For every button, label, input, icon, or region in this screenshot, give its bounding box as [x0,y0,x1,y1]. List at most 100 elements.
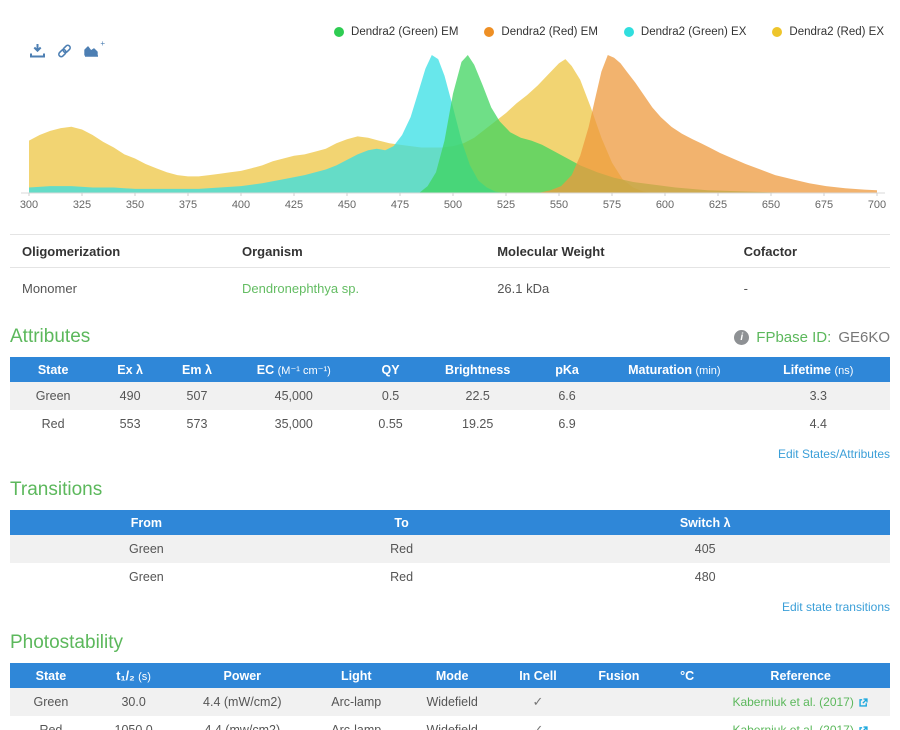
col-ex-lambda: Ex λ [96,357,164,382]
cell-from: Green [10,563,283,591]
svg-text:425: 425 [285,199,303,211]
cofactor-value: - [732,268,890,311]
legend-item-green-ex[interactable]: Dendra2 (Green) EX [624,26,746,38]
svg-text:500: 500 [444,199,462,211]
cell-qy: 0.55 [358,410,424,438]
svg-text:350: 350 [126,199,144,211]
cell-ex: 553 [96,410,164,438]
table-row: Red 553 573 35,000 0.55 19.25 6.9 4.4 [10,410,890,438]
col-state: State [10,357,96,382]
col-temperature: °C [663,663,711,688]
cell-em: 573 [164,410,230,438]
legend-item-green-em[interactable]: Dendra2 (Green) EM [334,26,458,38]
cell-t-half: 30.0 [92,688,176,716]
reference-link[interactable]: Kaberniuk et al. (2017) [732,723,868,730]
info-icon[interactable]: i [734,330,749,345]
reference-link[interactable]: Kaberniuk et al. (2017) [732,695,868,709]
cell-fusion [575,688,663,716]
protein-info-table: Oligomerization Organism Molecular Weigh… [10,234,890,310]
cell-em: 507 [164,382,230,410]
col-switch-lambda: Switch λ [520,510,890,535]
cell-brightness: 19.25 [424,410,532,438]
svg-text:600: 600 [656,199,674,211]
cell-lifetime: 3.3 [747,382,890,410]
col-qy: QY [358,357,424,382]
col-cofactor: Cofactor [732,235,890,268]
col-state: State [10,663,92,688]
cell-ex: 490 [96,382,164,410]
col-to: To [283,510,521,535]
svg-text:300: 300 [20,199,38,211]
cell-state: Red [10,410,96,438]
cell-power: 4.4 (mW/cm2) [175,688,309,716]
svg-text:400: 400 [232,199,250,211]
cell-power: 4.4 (mw/cm2) [175,716,309,730]
col-organism: Organism [230,235,485,268]
cell-from: Green [10,535,283,563]
photostability-table: State t₁/₂ (s) Power Light Mode In Cell … [10,663,890,730]
external-link-icon [858,725,869,730]
cell-brightness: 22.5 [424,382,532,410]
spectra-chart-block: + Dendra2 (Green) EM Dendra2 (Red) EM De… [0,0,900,212]
edit-states-link[interactable]: Edit States/Attributes [778,447,890,461]
molecular-weight-value: 26.1 kDa [485,268,731,311]
spectra-chart[interactable]: 3003253503754004254504755005255505756006… [0,40,900,212]
col-brightness: Brightness [424,357,532,382]
photostability-heading: Photostability [10,632,123,654]
cell-mode: Widefield [403,716,501,730]
legend-label: Dendra2 (Red) EX [789,26,884,38]
download-chart-icon[interactable] [30,44,45,58]
legend-label: Dendra2 (Green) EX [641,26,746,38]
edit-transitions-link[interactable]: Edit state transitions [782,600,890,614]
organism-link[interactable]: Dendronephthya sp. [242,281,359,296]
legend-item-red-ex[interactable]: Dendra2 (Red) EX [772,26,884,38]
svg-text:450: 450 [338,199,356,211]
col-lifetime: Lifetime (ns) [747,357,890,382]
col-mode: Mode [403,663,501,688]
cell-state: Green [10,382,96,410]
transitions-heading: Transitions [10,479,102,501]
attributes-table: State Ex λ Em λ EC (M⁻¹ cm⁻¹) QY Brightn… [10,357,890,438]
table-row: Green Red 405 [10,535,890,563]
legend-item-red-em[interactable]: Dendra2 (Red) EM [484,26,598,38]
col-fusion: Fusion [575,663,663,688]
col-reference: Reference [711,663,890,688]
cell-ec: 45,000 [230,382,358,410]
cell-pka: 6.9 [532,410,602,438]
cell-maturation [602,382,746,410]
check-icon: ✓ [533,694,544,709]
svg-text:525: 525 [497,199,515,211]
external-link-icon [858,697,869,708]
legend-label: Dendra2 (Red) EM [501,26,598,38]
add-spectrum-chart-icon[interactable]: + [84,44,99,58]
cell-pka: 6.6 [532,382,602,410]
svg-text:700: 700 [868,199,886,211]
table-row: Green Red 480 [10,563,890,591]
table-row: Green 30.0 4.4 (mW/cm2) Arc-lamp Widefie… [10,688,890,716]
chart-toolbar: + [30,44,99,58]
fpbase-id-label: FPbase ID: [756,329,831,346]
cell-temperature [663,716,711,730]
col-from: From [10,510,283,535]
col-in-cell: In Cell [501,663,575,688]
cell-qy: 0.5 [358,382,424,410]
cell-to: Red [283,535,521,563]
col-t-half: t₁/₂ (s) [92,663,176,688]
svg-text:475: 475 [391,199,409,211]
cell-state: Green [10,688,92,716]
legend-dot-icon [772,27,782,37]
cell-switch: 405 [520,535,890,563]
svg-text:325: 325 [73,199,91,211]
col-molecular-weight: Molecular Weight [485,235,731,268]
copy-link-icon[interactable] [57,44,72,58]
cell-fusion [575,716,663,730]
attributes-heading: Attributes [10,326,90,348]
legend-dot-icon [334,27,344,37]
fpbase-id: i FPbase ID: GE6KO [734,329,890,346]
svg-text:375: 375 [179,199,197,211]
col-ec: EC (M⁻¹ cm⁻¹) [230,357,358,382]
transitions-table: From To Switch λ Green Red 405 Green Red… [10,510,890,591]
fpbase-id-value: GE6KO [838,329,890,346]
legend-dot-icon [624,27,634,37]
check-icon: ✓ [533,722,544,730]
